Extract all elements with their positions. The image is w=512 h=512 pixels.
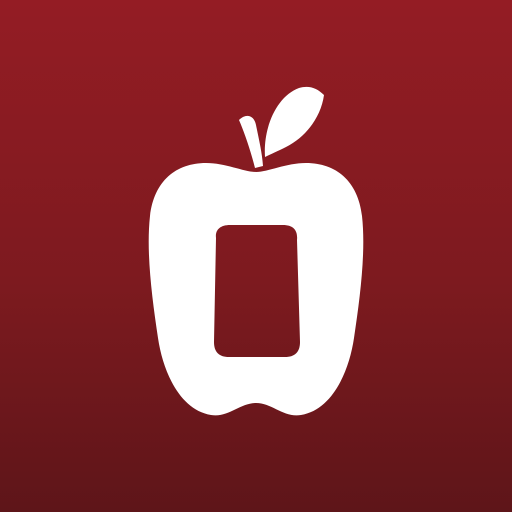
- apple-leaf: [264, 86, 324, 157]
- apple-icon: [148, 86, 364, 416]
- apple-body: [148, 163, 364, 416]
- app-icon[interactable]: [0, 0, 512, 512]
- apple-logo-group: [148, 86, 364, 416]
- apple-stem: [239, 115, 263, 168]
